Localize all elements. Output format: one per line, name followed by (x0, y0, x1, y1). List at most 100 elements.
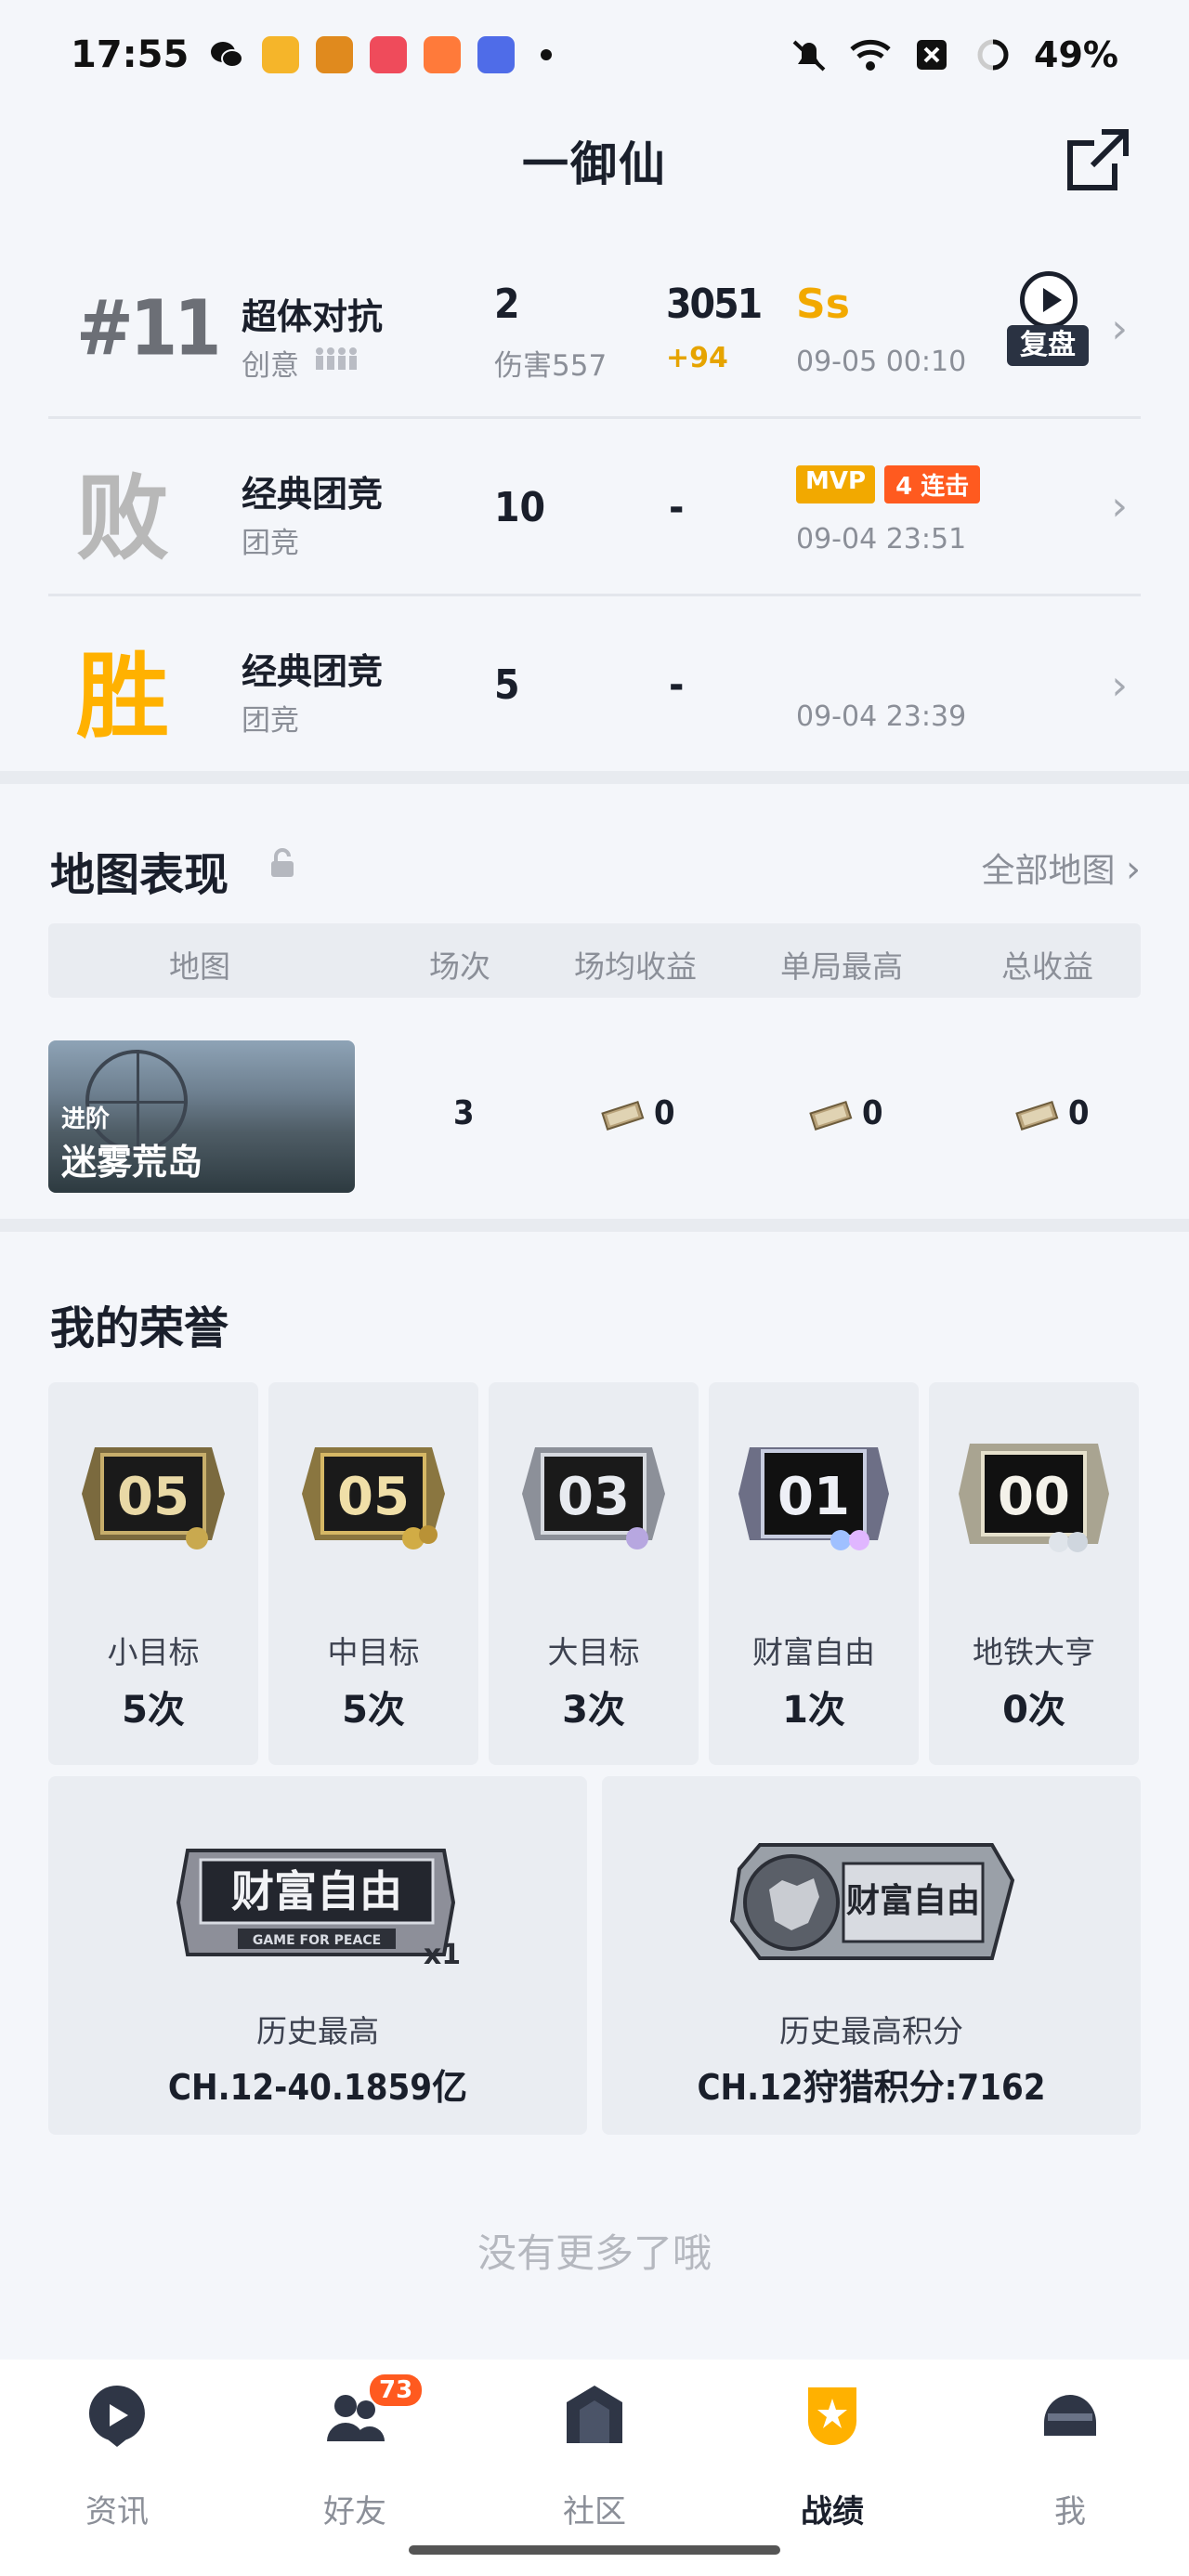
match-submode: 团竞 (242, 527, 299, 560)
map-name: 迷雾荒岛 (61, 1142, 203, 1183)
match-row[interactable]: 败 经典团竞 团竞 10 - MVP 4 连击 09-04 23:51 › (48, 419, 1141, 596)
wifi-icon (850, 39, 891, 71)
game3-app-icon (477, 36, 515, 73)
gold-plaque-badge: 05 (82, 1447, 225, 1550)
best-record-label: 历史最高 (256, 2013, 379, 2049)
status-time: 17:55 (71, 33, 189, 76)
chevron-right-icon: › (1111, 661, 1128, 709)
nav-community-label: 社区 (563, 2493, 626, 2530)
honor-label: 中目标 (327, 1634, 420, 1670)
status-bar: 17:55 49% (0, 0, 1189, 110)
nav-news[interactable]: 资讯 (43, 2382, 191, 2540)
match-rank: #11 (76, 284, 221, 373)
best-record-card[interactable]: 财富自由 GAME FOR PEACE x1 历史最高 CH.12-40.185… (48, 1776, 587, 2135)
home-indicator[interactable] (409, 2545, 780, 2555)
gold-plaque-badge: 05 (302, 1447, 445, 1550)
emblem-multiplier: x1 (424, 1939, 461, 1971)
match-kills: 5 (494, 661, 520, 709)
tiger-emblem: 财富自由 (729, 1843, 1015, 1960)
battery-ring-icon (977, 39, 1009, 71)
honor-card[interactable]: 03 大目标 3次 (489, 1382, 699, 1765)
streak-label: 连击 (921, 473, 970, 501)
match-submode: 团竞 (242, 704, 299, 738)
match-mode: 超体对抗 (242, 296, 384, 337)
chevron-right-icon: › (1111, 305, 1128, 353)
svg-text:01: 01 (777, 1467, 850, 1527)
diamond-plaque-badge: 00 (959, 1444, 1109, 1552)
match-time: 09-04 23:39 (796, 700, 967, 733)
nav-records-label: 战绩 (801, 2493, 864, 2530)
mvp-badge: MVP (796, 465, 876, 503)
map-total: 0 (1068, 1094, 1090, 1132)
all-maps-label: 全部地图 (981, 852, 1116, 890)
replay-icon (1020, 271, 1078, 329)
page-title: 一御仙 (522, 137, 667, 191)
nav-community[interactable]: 社区 (520, 2382, 669, 2540)
best-score-label: 历史最高积分 (779, 2013, 963, 2049)
honor-label: 小目标 (107, 1634, 200, 1670)
match-time: 09-04 23:51 (796, 523, 967, 556)
replay-label: 复盘 (1007, 325, 1089, 366)
team-icon (316, 347, 357, 370)
streak-number: 4 (895, 473, 913, 501)
all-maps-link[interactable]: 全部地图 › (982, 843, 1141, 892)
best-score-card[interactable]: 财富自由 历史最高积分 CH.12狩猎积分:7162 (602, 1776, 1141, 2135)
svg-text:05: 05 (117, 1467, 189, 1527)
match-row[interactable]: #11 超体对抗 创意 2 伤害557 3051 +94 Ss 09-05 00… (48, 242, 1141, 419)
friends-count-badge: 73 (370, 2374, 423, 2406)
column-map: 地图 (169, 948, 230, 985)
nav-friends[interactable]: 73 好友 (281, 2374, 429, 2540)
honor-card[interactable]: 01 财富自由 1次 (709, 1382, 919, 1765)
emblem-subtext: GAME FOR PEACE (253, 1933, 381, 1948)
money-icon (809, 1100, 853, 1131)
map-table-header: 地图 场次 场均收益 单局最高 总收益 (48, 923, 1141, 998)
more-notifications-dot (541, 49, 552, 60)
svg-text:05: 05 (337, 1467, 410, 1527)
news-play-icon (88, 2386, 145, 2447)
lock-icon[interactable] (269, 847, 295, 879)
wechat-icon (211, 42, 243, 68)
honor-cards: 05 小目标 5次 05 中目标 5次 03 大目标 3次 01 财富自由 1次… (48, 1382, 1141, 1765)
community-house-icon (567, 2386, 622, 2443)
match-row[interactable]: 胜 经典团竞 团竞 5 - 09-04 23:39 › (48, 596, 1141, 774)
emblem-text: 财富自由 (846, 1881, 980, 1920)
map-games: 3 (453, 1094, 475, 1132)
money-icon (601, 1100, 645, 1131)
replay-button[interactable]: 复盘 (1003, 271, 1092, 375)
column-best: 单局最高 (780, 948, 903, 985)
honor-card[interactable]: 05 中目标 5次 (268, 1382, 478, 1765)
mute-icon (792, 40, 826, 72)
map-tag: 进阶 (61, 1105, 111, 1133)
honor-label: 地铁大亨 (973, 1634, 1095, 1670)
match-submode: 创意 (242, 349, 299, 383)
match-score: - (669, 661, 685, 709)
match-mode: 经典团竞 (242, 474, 384, 515)
honor-card[interactable]: 00 地铁大亨 0次 (929, 1382, 1139, 1765)
nav-records[interactable]: 战绩 (758, 2382, 907, 2540)
chevron-right-icon: › (1126, 848, 1141, 891)
honor-count: 0次 (1002, 1689, 1065, 1732)
honor-count: 5次 (342, 1689, 405, 1732)
bottom-nav: 资讯 73 好友 社区 战绩 我 (0, 2360, 1189, 2576)
svg-text:03: 03 (557, 1467, 630, 1527)
money-icon (1015, 1100, 1059, 1131)
match-time: 09-05 00:10 (796, 346, 967, 378)
svg-text:00: 00 (998, 1467, 1070, 1527)
best-record-value: CH.12-40.1859亿 (167, 2067, 468, 2108)
page-header: 一御仙 (0, 110, 1189, 212)
match-result-win: 胜 (76, 642, 169, 752)
share-icon[interactable] (1065, 126, 1131, 193)
honor-card[interactable]: 05 小目标 5次 (48, 1382, 258, 1765)
section-divider (0, 771, 1189, 784)
honors-section-title: 我的荣誉 (50, 1302, 229, 1354)
end-of-list-text: 没有更多了哦 (477, 2230, 712, 2276)
chevron-right-icon: › (1111, 482, 1128, 530)
section-divider (0, 1219, 1189, 1232)
honor-count: 3次 (562, 1689, 625, 1732)
records-shield-icon (807, 2387, 857, 2445)
helmet-icon (1044, 2395, 1096, 2436)
nav-me[interactable]: 我 (996, 2382, 1144, 2540)
map-row[interactable]: 进阶 迷雾荒岛 3 0 0 0 (48, 1040, 1141, 1195)
column-total: 总收益 (1001, 948, 1093, 985)
map-best: 0 (862, 1094, 883, 1132)
